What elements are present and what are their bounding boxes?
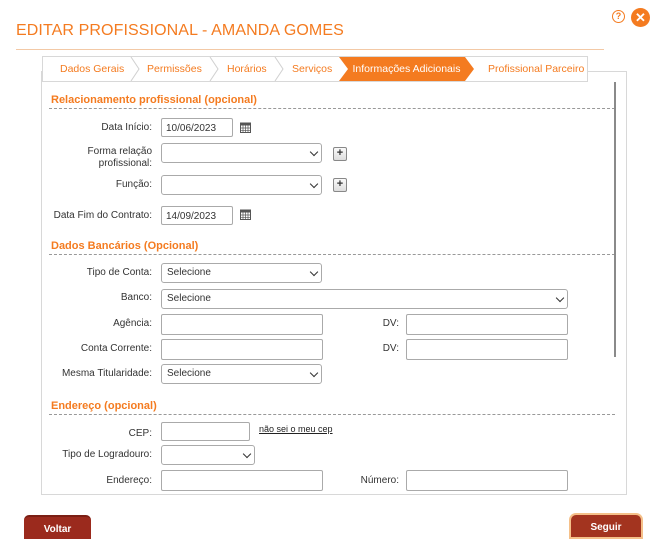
mesma-titularidade-label: Mesma Titularidade: <box>61 368 152 379</box>
chevron-down-icon <box>242 449 252 459</box>
funcao-select[interactable] <box>161 175 322 195</box>
agencia-label: Agência: <box>113 318 152 329</box>
tab-dados-gerais[interactable]: Dados Gerais <box>60 57 124 81</box>
agencia-input[interactable] <box>161 314 323 335</box>
section-divider <box>49 254 615 255</box>
calendar-icon[interactable] <box>240 209 251 220</box>
section-title-relacionamento: Relacionamento profissional (opcional) <box>51 94 257 106</box>
tipo-logradouro-label: Tipo de Logradouro: <box>62 449 152 460</box>
numero-label: Número: <box>360 475 399 486</box>
data-inicio-label: Data Início: <box>101 122 152 133</box>
tab-profissional-parceiro[interactable]: Profissional Parceiro <box>488 57 584 81</box>
agencia-dv-label: DV: <box>382 318 399 329</box>
section-title-endereco: Endereço (opcional) <box>51 400 157 412</box>
conta-dv-input[interactable] <box>406 339 568 360</box>
tipo-logradouro-select[interactable] <box>161 445 255 465</box>
section-title-bancarios: Dados Bancários (Opcional) <box>51 240 199 252</box>
data-inicio-input[interactable]: 10/06/2023 <box>161 118 233 137</box>
banco-select[interactable]: Selecione <box>161 289 568 309</box>
close-icon[interactable]: ✕ <box>631 8 650 27</box>
tab-separator <box>274 57 284 81</box>
tipo-conta-value: Selecione <box>167 267 211 278</box>
seguir-button[interactable]: Seguir <box>571 515 641 537</box>
tipo-conta-select[interactable]: Selecione <box>161 263 322 283</box>
cep-label: CEP: <box>128 428 152 439</box>
chevron-down-icon <box>309 267 319 277</box>
endereco-label: Endereço: <box>106 475 152 486</box>
conta-corrente-input[interactable] <box>161 339 323 360</box>
cep-input[interactable] <box>161 422 250 441</box>
tab-servicos[interactable]: Serviços <box>292 57 332 81</box>
forma-relacao-label: Forma relação profissional: <box>42 146 152 170</box>
forma-relacao-label-line2: profissional: <box>98 158 152 169</box>
calendar-icon[interactable] <box>240 122 251 133</box>
tab-separator <box>130 57 140 81</box>
banco-value: Selecione <box>167 293 211 304</box>
tab-bar: Dados Gerais Permissões Horários Serviço… <box>42 56 588 82</box>
numero-input[interactable] <box>406 470 568 491</box>
nao-sei-cep-link[interactable]: não sei o meu cep <box>259 424 333 434</box>
voltar-button[interactable]: Voltar <box>24 515 91 539</box>
chevron-down-icon <box>309 179 319 189</box>
section-divider <box>49 414 615 415</box>
mesma-titularidade-select[interactable]: Selecione <box>161 364 322 384</box>
title-divider <box>16 49 604 50</box>
chevron-down-icon <box>555 293 565 303</box>
mesma-titularidade-value: Selecione <box>167 368 211 379</box>
chevron-down-icon <box>309 368 319 378</box>
funcao-label: Função: <box>115 179 152 190</box>
tab-informacoes-adicionais[interactable]: Informações Adicionais <box>339 57 474 81</box>
data-fim-input[interactable]: 14/09/2023 <box>161 206 233 225</box>
page-title: EDITAR PROFISSIONAL - AMANDA GOMES <box>16 22 344 39</box>
scrollbar[interactable] <box>614 82 616 357</box>
chevron-down-icon <box>309 147 319 157</box>
banco-label: Banco: <box>120 292 152 303</box>
tab-separator <box>209 57 219 81</box>
help-icon[interactable]: ? <box>612 10 625 23</box>
add-forma-relacao-button[interactable]: + <box>333 147 347 161</box>
conta-dv-label: DV: <box>382 343 399 354</box>
tipo-conta-label: Tipo de Conta: <box>86 267 152 278</box>
agencia-dv-input[interactable] <box>406 314 568 335</box>
add-funcao-button[interactable]: + <box>333 178 347 192</box>
endereco-input[interactable] <box>161 470 323 491</box>
section-divider <box>49 108 615 109</box>
tab-permissoes[interactable]: Permissões <box>147 57 202 81</box>
tab-horarios[interactable]: Horários <box>227 57 267 81</box>
form-panel: Relacionamento profissional (opcional) D… <box>41 71 627 495</box>
forma-relacao-label-line1: Forma relação <box>87 146 152 157</box>
data-fim-label: Data Fim do Contrato: <box>53 210 152 221</box>
forma-relacao-select[interactable] <box>161 143 322 163</box>
conta-corrente-label: Conta Corrente: <box>80 343 152 354</box>
